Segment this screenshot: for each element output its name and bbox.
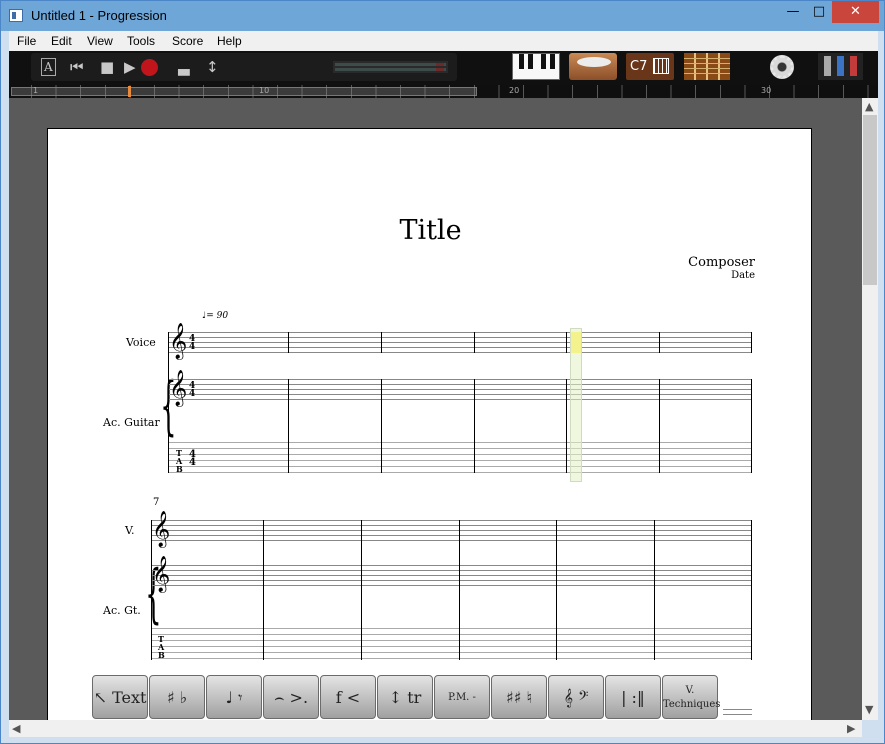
text-tool-icon[interactable]: A (41, 58, 56, 76)
track-label-guitar-short[interactable]: Ac. Gt. (103, 604, 141, 617)
menu-edit[interactable]: Edit (51, 34, 72, 48)
ruler-mark: 1 (33, 86, 39, 95)
vertical-scrollbar[interactable]: ▲ ▼ (862, 98, 878, 720)
scroll-right-icon[interactable]: ▶ (847, 722, 855, 735)
menu-help[interactable]: Help (217, 34, 242, 48)
guitar-staff[interactable] (151, 565, 752, 586)
tempo-icon[interactable]: ▃ (178, 59, 190, 75)
vertical-scroll-thumb[interactable] (863, 115, 877, 285)
close-button[interactable]: ✕ (832, 1, 879, 23)
ruler-mark: 20 (509, 86, 520, 95)
ruler-mark: 30 (761, 86, 772, 95)
tab-label: T A B (158, 634, 165, 660)
minimize-button[interactable]: — (781, 1, 805, 23)
play-icon[interactable]: ▶ (124, 59, 136, 75)
app-window: Untitled 1 - Progression — □ ✕ File Edit… (0, 0, 885, 744)
palette-clefs-button[interactable]: 𝄞 𝄢 (548, 675, 604, 719)
chord-grid-icon (653, 58, 669, 74)
treble-clef-icon: 𝄞 (152, 556, 171, 592)
window-title: Untitled 1 - Progression (31, 8, 167, 23)
palette-ornaments-button[interactable]: ↕ tr (377, 675, 433, 719)
score-date[interactable]: Date (731, 270, 755, 281)
scroll-up-icon[interactable]: ▲ (865, 100, 873, 113)
time-signature: 44 (189, 334, 196, 352)
techniques-label: Techniques (663, 699, 721, 710)
techniques-label-top: V. (685, 685, 695, 696)
track-label-voice[interactable]: Voice (126, 336, 156, 349)
menu-tools[interactable]: Tools (127, 34, 155, 48)
mixer-icon[interactable] (818, 53, 863, 80)
ruler-mark: 10 (259, 86, 270, 95)
app-icon (9, 9, 23, 22)
fretboard-view-icon[interactable] (684, 53, 730, 80)
palette-articulations-button[interactable]: ⌢ >. (263, 675, 319, 719)
voice-staff[interactable] (151, 520, 752, 541)
score-workspace: Title Composer Date ♩= 90 Voice Ac. Guit… (9, 98, 862, 720)
keyboard-view-icon[interactable] (512, 53, 560, 80)
drum-view-icon[interactable] (569, 53, 617, 80)
palette-techniques-button[interactable]: V. Techniques (662, 675, 721, 719)
menu-file[interactable]: File (17, 34, 36, 48)
guitar-tab-staff[interactable] (168, 442, 752, 473)
treble-clef-icon: 𝄞 (169, 323, 188, 359)
volume-meter (333, 61, 448, 73)
updown-icon[interactable]: ↕ (206, 59, 219, 75)
score-page[interactable]: Title Composer Date ♩= 90 Voice Ac. Guit… (47, 128, 812, 720)
tab-label: T A B (176, 448, 183, 474)
time-signature: 44 (189, 449, 196, 468)
timeline-ruler[interactable]: 1 10 20 30 (9, 85, 878, 98)
treble-clef-icon: 𝄞 (152, 511, 171, 547)
palette-palm-mute-button[interactable]: P.M. - (434, 675, 490, 719)
guitar-tab-staff[interactable] (151, 628, 752, 659)
score-title[interactable]: Title (48, 215, 813, 246)
stop-icon[interactable]: ■ (100, 59, 114, 75)
menu-score[interactable]: Score (172, 34, 203, 48)
scroll-down-icon[interactable]: ▼ (865, 703, 873, 716)
palette-text-button[interactable]: ↖ Text (92, 675, 148, 719)
settings-gear-icon[interactable] (762, 53, 802, 80)
menu-bar: File Edit View Tools Score Help (9, 31, 878, 51)
horizontal-scrollbar[interactable]: ◀ ▶ (9, 720, 862, 737)
track-label-guitar[interactable]: Ac. Guitar (103, 416, 160, 429)
menu-view[interactable]: View (87, 34, 113, 48)
tempo-marking[interactable]: ♩= 90 (202, 311, 228, 321)
rewind-icon[interactable]: ⏮ (70, 59, 84, 75)
playhead-marker[interactable] (128, 86, 131, 97)
voice-staff[interactable] (168, 332, 752, 353)
measure-number: 7 (153, 497, 160, 508)
time-signature: 44 (189, 381, 196, 399)
track-label-voice-short[interactable]: V. (125, 524, 135, 537)
palette-barlines-button[interactable]: | :‖ (605, 675, 661, 719)
title-bar: Untitled 1 - Progression — □ ✕ (1, 1, 884, 31)
playback-cursor[interactable] (570, 328, 582, 482)
chord-diagram-button[interactable]: C7 (626, 53, 674, 80)
maximize-button[interactable]: □ (807, 1, 831, 23)
guitar-staff[interactable] (168, 379, 752, 400)
palette-dynamics-button[interactable]: f < (320, 675, 376, 719)
palette-key-signature-button[interactable]: ♯♯ ♮ (491, 675, 547, 719)
record-icon[interactable] (141, 59, 158, 76)
score-composer[interactable]: Composer (688, 255, 755, 270)
palette-notes-rests-button[interactable]: ♩ 𝄾 (206, 675, 262, 719)
chord-label: C7 (630, 59, 648, 74)
notation-palette: ↖ Text ♯ ♭ ♩ 𝄾 ⌢ >. f < ↕ tr P.M. - ♯♯ ♮… (92, 675, 722, 719)
treble-clef-icon: 𝄞 (169, 370, 188, 406)
palette-accidentals-button[interactable]: ♯ ♭ (149, 675, 205, 719)
scroll-left-icon[interactable]: ◀ (12, 722, 20, 735)
